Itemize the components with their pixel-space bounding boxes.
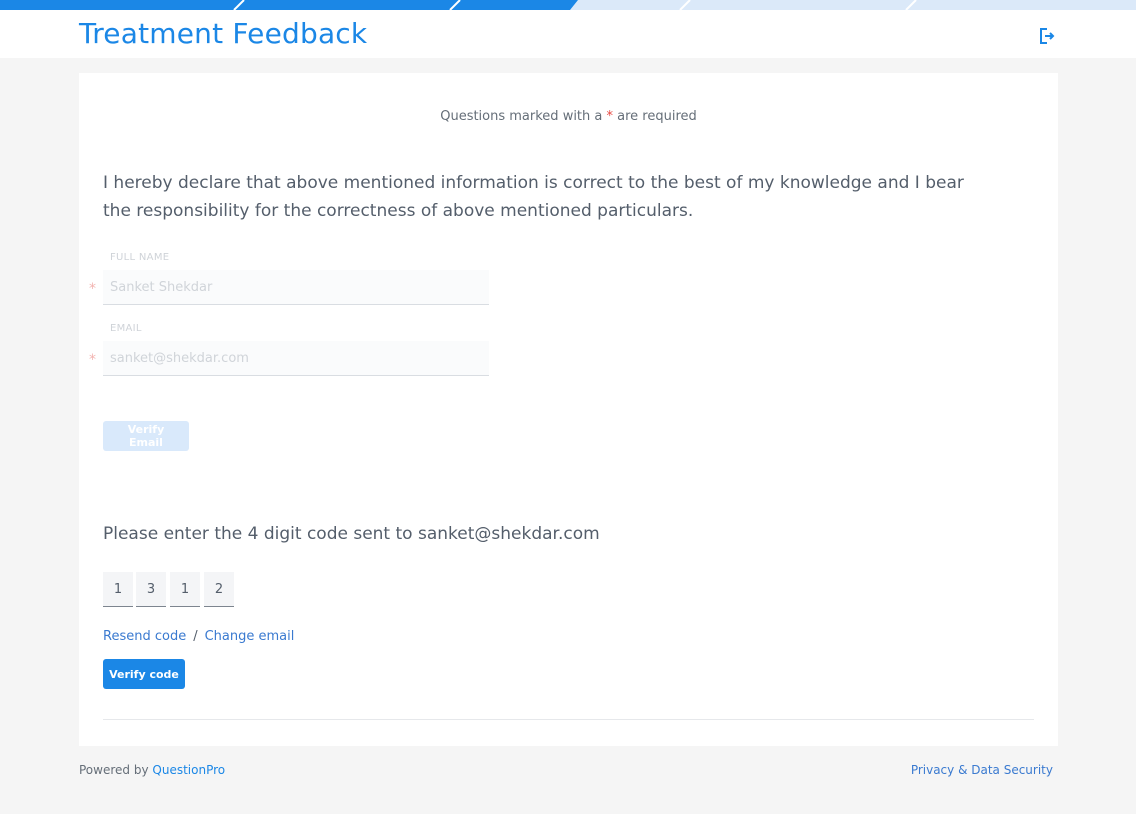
footer-powered-by: Powered by QuestionPro	[79, 763, 225, 777]
survey-card: Questions marked with a * are required I…	[79, 73, 1058, 746]
required-note-star: *	[606, 109, 614, 124]
code-prompt: Please enter the 4 digit code sent to sa…	[103, 524, 600, 544]
card-divider	[103, 719, 1034, 720]
full-name-label: FULL NAME	[110, 252, 170, 263]
resend-code-link[interactable]: Resend code	[103, 629, 186, 644]
code-digit-3[interactable]	[170, 572, 200, 607]
email-required-mark: *	[89, 352, 96, 368]
verify-code-button[interactable]: Verify code	[103, 659, 185, 689]
header-bar: Treatment Feedback	[0, 10, 1136, 58]
code-digit-2[interactable]	[136, 572, 166, 607]
full-name-field[interactable]	[103, 270, 489, 305]
verify-email-button[interactable]: Verify Email	[103, 421, 189, 451]
privacy-link[interactable]: Privacy & Data Security	[911, 763, 1053, 777]
change-email-link[interactable]: Change email	[205, 629, 295, 644]
full-name-required-mark: *	[89, 281, 96, 297]
page-title: Treatment Feedback	[79, 17, 368, 50]
code-digit-1[interactable]	[103, 572, 133, 607]
questionpro-link[interactable]: QuestionPro	[152, 763, 225, 777]
required-note-suffix: are required	[617, 109, 697, 124]
link-separator: /	[193, 629, 198, 644]
code-digit-4[interactable]	[204, 572, 234, 607]
powered-by-text: Powered by	[79, 763, 149, 777]
code-links: Resend code / Change email	[103, 629, 294, 644]
declaration-text: I hereby declare that above mentioned in…	[103, 173, 964, 221]
top-decorative-stripe	[0, 0, 1136, 10]
required-note: Questions marked with a * are required	[79, 109, 1058, 124]
email-label: EMAIL	[110, 323, 142, 334]
logout-icon[interactable]	[1037, 26, 1057, 46]
email-field[interactable]	[103, 341, 489, 376]
required-note-prefix: Questions marked with a	[440, 109, 603, 124]
